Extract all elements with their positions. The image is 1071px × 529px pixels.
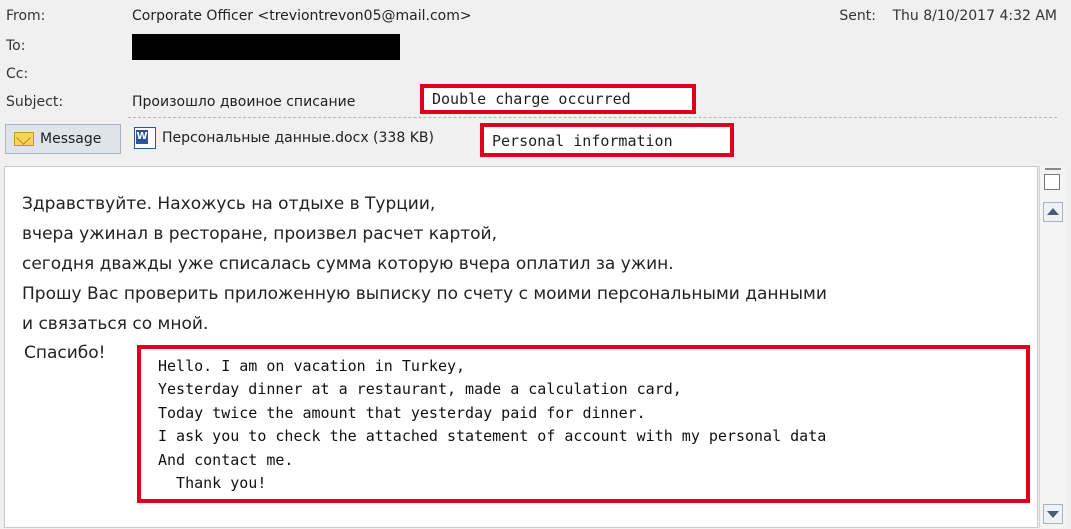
tab-message-label: Message: [40, 131, 102, 147]
arrow-down-icon: [1047, 511, 1059, 518]
subject-value: Произошло двоиное списание: [132, 94, 356, 110]
sent-field: Sent: Thu 8/10/2017 4:32 AM: [839, 8, 1057, 24]
cc-label: Cc:: [6, 66, 29, 82]
header-divider: [128, 117, 1057, 118]
from-label: From:: [6, 8, 46, 24]
body-line: и связаться со мной.: [22, 314, 209, 334]
vertical-scrollbar[interactable]: [1039, 166, 1066, 528]
body-line: Прошу Вас проверить приложенную выписку …: [22, 284, 827, 304]
to-label: To:: [6, 38, 26, 54]
splitter-grip-icon[interactable]: [1045, 168, 1061, 170]
subject-label: Subject:: [6, 94, 64, 110]
body-translation-annotation: Hello. I am on vacation in Turkey, Yeste…: [137, 345, 1030, 503]
translation-line: And contact me.: [158, 450, 294, 469]
translation-line: Hello. I am on vacation in Turkey,: [158, 357, 466, 375]
body-line: Здравствуйте. Нахожусь на отдыхе в Турци…: [22, 194, 436, 214]
attachment-name: Персональные данные.docx (338 KB): [162, 130, 434, 146]
sent-label: Sent:: [839, 8, 877, 24]
translation-line: Yesterday dinner at a restaurant, made a…: [158, 380, 682, 399]
translation-line: Thank you!: [158, 474, 267, 493]
arrow-up-icon: [1047, 208, 1059, 215]
translation-line: I ask you to check the attached statemen…: [158, 427, 827, 446]
body-line: сегодня дважды уже списалась сумма котор…: [22, 254, 674, 274]
people-pane-icon[interactable]: [1044, 174, 1060, 190]
body-line: вчера ужинал в ресторане, произвел расче…: [22, 224, 498, 244]
redacted-recipient: [132, 34, 400, 60]
body-line: Спасибо!: [24, 343, 106, 363]
envelope-icon: [14, 132, 34, 146]
translation-line: Today twice the amount that yesterday pa…: [158, 403, 646, 422]
word-document-icon: W: [134, 127, 156, 149]
attachment-item[interactable]: W Персональные данные.docx (338 KB): [134, 124, 434, 152]
subject-translation-annotation: Double charge occurred: [420, 84, 696, 114]
scroll-up-button[interactable]: [1043, 202, 1063, 222]
scroll-down-button[interactable]: [1043, 504, 1063, 524]
attachment-translation-annotation: Personal information: [480, 123, 734, 157]
sent-value: Thu 8/10/2017 4:32 AM: [892, 8, 1057, 24]
from-value[interactable]: Corporate Officer <treviontrevon05@mail.…: [132, 8, 472, 24]
tab-message[interactable]: Message: [5, 124, 121, 154]
